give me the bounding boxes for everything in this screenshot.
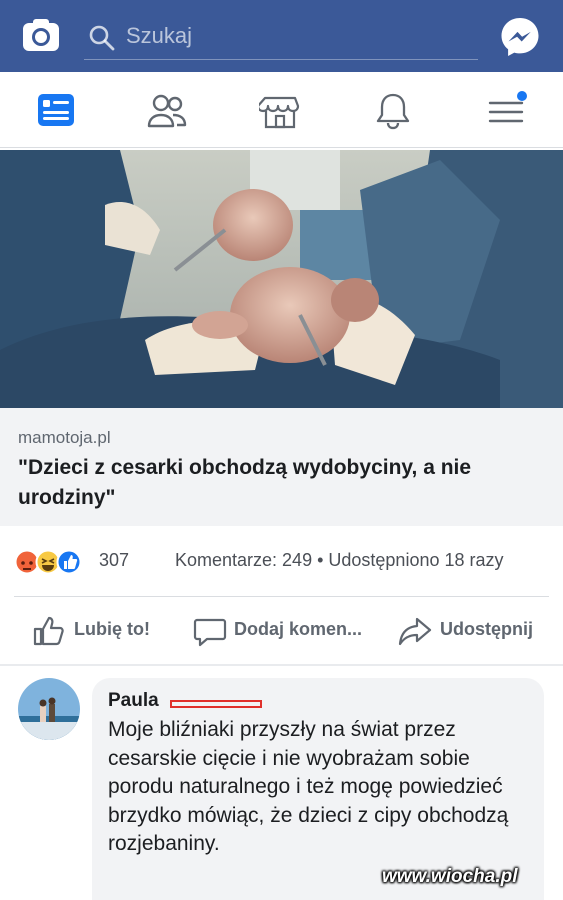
like-label: Lubię to!	[74, 619, 150, 639]
link-title: "Dzieci z cesarki obchodzą wydobyciny, a…	[18, 456, 472, 509]
marketplace-icon[interactable]	[259, 90, 301, 132]
camera-icon[interactable]	[22, 18, 60, 52]
link-preview[interactable]: mamotoja.pl "Dzieci z cesarki obchodzą w…	[0, 408, 563, 526]
messenger-icon[interactable]	[499, 16, 541, 58]
thumbs-up-icon	[33, 616, 64, 646]
divider	[14, 596, 549, 597]
share-button[interactable]: Udostępnij	[398, 614, 543, 648]
top-bar: Szukaj	[0, 0, 563, 72]
commenter-name[interactable]: Paula	[108, 690, 159, 712]
search-icon	[89, 25, 115, 51]
commenter-avatar[interactable]	[18, 678, 80, 740]
comment-label: Dodaj komen...	[234, 619, 363, 639]
angry-reaction-icon	[14, 549, 40, 575]
search-placeholder: Szukaj	[126, 23, 193, 48]
hamburger-menu-icon[interactable]	[486, 90, 528, 132]
notification-dot	[517, 91, 527, 101]
post-actions: Lubię to! Dodaj komen... Udostępnij	[0, 600, 563, 662]
like-reaction-icon	[56, 549, 82, 575]
friends-icon[interactable]	[146, 90, 188, 132]
share-label: Udostępnij	[440, 619, 533, 639]
comments-shares-count[interactable]: Komentarze: 249 • Udostępniono 18 razy	[175, 550, 504, 571]
comment-button[interactable]: Dodaj komen...	[193, 614, 373, 648]
haha-reaction-icon	[35, 549, 61, 575]
nav-bar	[0, 72, 563, 148]
section-separator	[0, 664, 563, 666]
redaction-mark	[170, 700, 262, 708]
link-domain: mamotoja.pl	[18, 428, 111, 447]
post-stats: 307 Komentarze: 249 • Udostępniono 18 ra…	[0, 530, 563, 590]
search-bar[interactable]: Szukaj	[84, 14, 478, 60]
news-feed-icon[interactable]	[35, 90, 77, 132]
comment-text: Moje bliźniaki przyszły na świat przez c…	[108, 718, 509, 855]
watermark: www.wiocha.pl	[382, 866, 518, 887]
bell-icon[interactable]	[372, 90, 414, 132]
like-button[interactable]: Lubię to!	[32, 614, 162, 648]
reactions-summary[interactable]	[14, 548, 100, 576]
share-icon	[398, 617, 432, 646]
comment-icon	[193, 618, 227, 647]
link-preview-image[interactable]	[0, 150, 563, 408]
reaction-count[interactable]: 307	[99, 550, 129, 571]
